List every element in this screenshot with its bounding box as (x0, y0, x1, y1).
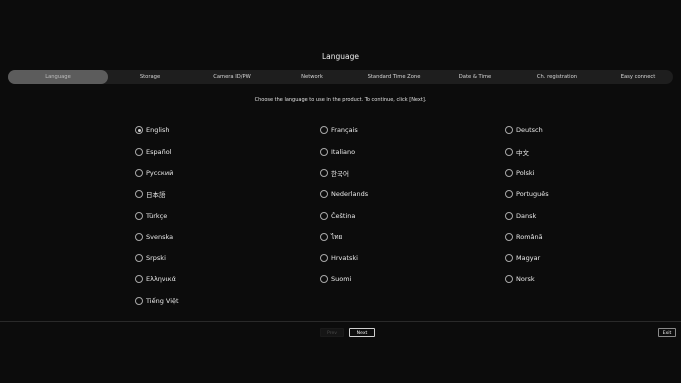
language-option-hrvatski[interactable]: Hrvatski (320, 252, 358, 264)
language-label: Nederlands (331, 190, 369, 198)
radio-icon (505, 169, 513, 177)
language-label: Ελληνικά (146, 275, 176, 283)
radio-icon (505, 275, 513, 283)
language-option-chinese[interactable]: 中文 (505, 146, 529, 158)
language-label: Hrvatski (331, 254, 358, 262)
language-label: Magyar (516, 254, 541, 262)
radio-icon (135, 233, 143, 241)
language-label: Tiếng Việt (146, 297, 179, 305)
radio-icon (320, 254, 328, 262)
language-label: Italiano (331, 148, 356, 156)
language-option-polski[interactable]: Polski (505, 167, 534, 179)
language-label: English (146, 126, 170, 134)
radio-icon (505, 233, 513, 241)
language-option-cestina[interactable]: Čeština (320, 210, 355, 222)
language-label: ไทย (331, 233, 343, 241)
tab-camera-id-pw[interactable]: Camera ID/PW (213, 70, 251, 84)
radio-icon (320, 212, 328, 220)
language-label: Srpski (146, 254, 166, 262)
radio-icon (320, 126, 328, 134)
radio-icon (135, 212, 143, 220)
language-option-srpski[interactable]: Srpski (135, 252, 166, 264)
language-option-francais[interactable]: Français (320, 124, 358, 136)
footer-divider (0, 321, 681, 322)
exit-button[interactable]: Exit (658, 328, 676, 337)
language-label: Português (516, 190, 549, 198)
tab-language[interactable]: Language (8, 70, 108, 84)
radio-icon (320, 275, 328, 283)
language-option-espanol[interactable]: Español (135, 146, 172, 158)
language-label: Deutsch (516, 126, 543, 134)
language-label: 日本語 (146, 191, 166, 199)
language-option-vietnamese[interactable]: Tiếng Việt (135, 295, 179, 307)
language-option-deutsch[interactable]: Deutsch (505, 124, 543, 136)
radio-icon (320, 233, 328, 241)
radio-icon (505, 148, 513, 156)
radio-icon (135, 275, 143, 283)
language-label: 中文 (516, 149, 529, 157)
radio-icon (505, 212, 513, 220)
language-option-greek[interactable]: Ελληνικά (135, 273, 176, 285)
radio-icon (135, 297, 143, 305)
radio-icon (135, 254, 143, 262)
tab-storage[interactable]: Storage (140, 70, 160, 84)
radio-icon (320, 148, 328, 156)
tab-date-time[interactable]: Date & Time (459, 70, 491, 84)
language-label: Русский (146, 169, 174, 177)
radio-icon (135, 190, 143, 198)
language-label: Suomi (331, 275, 352, 283)
radio-icon (505, 126, 513, 134)
language-label: Türkçe (146, 212, 168, 220)
language-option-english[interactable]: English (135, 124, 169, 136)
language-option-thai[interactable]: ไทย (320, 231, 342, 243)
radio-icon (505, 254, 513, 262)
tab-network[interactable]: Network (301, 70, 323, 84)
language-label: Français (331, 126, 358, 134)
language-label: Svenska (146, 233, 174, 241)
language-label: Norsk (516, 275, 535, 283)
language-option-norsk[interactable]: Norsk (505, 273, 535, 285)
language-option-suomi[interactable]: Suomi (320, 273, 351, 285)
language-option-romana[interactable]: Română (505, 231, 543, 243)
language-label: Dansk (516, 212, 537, 220)
tab-easy-connect[interactable]: Easy connect (621, 70, 656, 84)
radio-icon (505, 190, 513, 198)
language-label: Español (146, 148, 172, 156)
language-label: 한국어 (331, 170, 349, 178)
radio-selected-icon (135, 126, 143, 134)
language-option-magyar[interactable]: Magyar (505, 252, 540, 264)
language-option-italiano[interactable]: Italiano (320, 146, 355, 158)
radio-icon (320, 190, 328, 198)
language-option-portugues[interactable]: Português (505, 188, 549, 200)
instruction-text: Choose the language to use in the produc… (254, 97, 427, 103)
language-option-svenska[interactable]: Svenska (135, 231, 173, 243)
wizard-tab-bar: Language Storage Camera ID/PW Network St… (8, 70, 673, 84)
prev-button[interactable]: Prev (320, 328, 344, 337)
language-label: Română (516, 233, 543, 241)
tab-ch-registration[interactable]: Ch. registration (537, 70, 577, 84)
language-label: Polski (516, 169, 535, 177)
language-option-russian[interactable]: Русский (135, 167, 173, 179)
radio-icon (320, 169, 328, 177)
language-option-nederlands[interactable]: Nederlands (320, 188, 368, 200)
radio-icon (135, 169, 143, 177)
language-option-korean[interactable]: 한국어 (320, 167, 349, 179)
language-option-japanese[interactable]: 日本語 (135, 188, 166, 200)
language-option-turkce[interactable]: Türkçe (135, 210, 167, 222)
language-option-dansk[interactable]: Dansk (505, 210, 536, 222)
radio-icon (135, 148, 143, 156)
next-button[interactable]: Next (349, 328, 375, 337)
page-title: Language (321, 52, 359, 61)
tab-standard-time-zone[interactable]: Standard Time Zone (368, 70, 421, 84)
language-label: Čeština (331, 212, 356, 220)
